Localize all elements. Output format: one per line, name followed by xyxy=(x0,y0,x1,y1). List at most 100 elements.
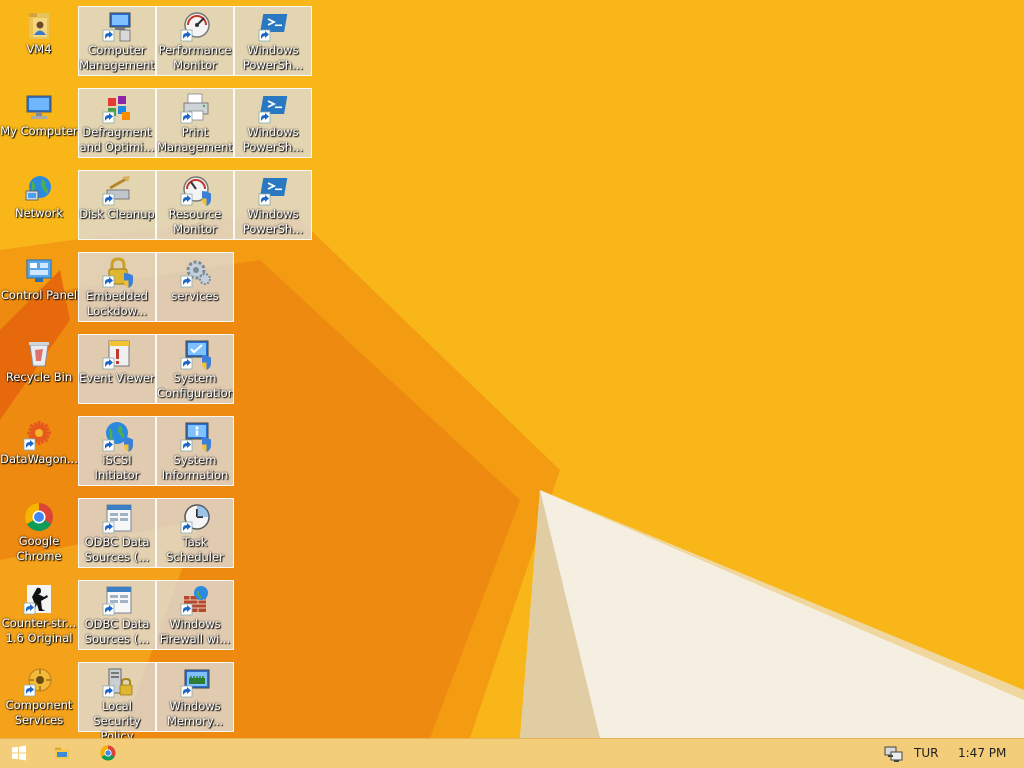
desktop-icon-embedded-lockdown[interactable]: Embedded Lockdow... xyxy=(78,252,156,322)
clock[interactable]: 1:47 PM xyxy=(958,746,1006,760)
desktop-icon-label: ODBC Data Sources (... xyxy=(84,617,150,646)
desktop[interactable]: VM4 My Computer Network Control Panel Recycl… xyxy=(0,0,1024,738)
desktop-icon-label: Print Management xyxy=(157,125,233,154)
powershell-icon xyxy=(258,174,290,206)
windows-logo-icon xyxy=(12,745,26,761)
services-gear-icon xyxy=(180,256,212,288)
powershell-icon xyxy=(258,92,290,124)
chrome-icon xyxy=(100,745,116,761)
powershell-icon xyxy=(258,10,290,42)
desktop-icon-windows-memory[interactable]: Windows Memory... xyxy=(156,662,234,732)
desktop-icon-system-configuration[interactable]: System Configuration xyxy=(156,334,234,404)
desktop-icon-label: iSCSI Initiator xyxy=(94,453,140,482)
folder-user-icon xyxy=(23,9,55,41)
language-indicator[interactable]: TUR xyxy=(914,746,938,760)
desktop-icon-label: Resource Monitor xyxy=(168,207,222,236)
chrome-icon xyxy=(23,501,55,533)
desktop-icon-label: Component Services xyxy=(5,698,73,727)
desktop-icon-label: Computer Management xyxy=(79,43,155,72)
component-services-shortcut-icon xyxy=(23,665,55,697)
memory-diagnostic-icon xyxy=(180,666,212,698)
desktop-icon-label: Disk Cleanup xyxy=(79,207,155,221)
network-tray-icon[interactable] xyxy=(884,745,904,763)
counter-strike-shortcut-icon xyxy=(23,583,55,615)
desktop-icon-services[interactable]: services xyxy=(156,252,234,322)
desktop-icon-label: DataWagon... xyxy=(0,452,78,466)
desktop-icon-counter-strike[interactable]: Counter-str... 1.6 Original xyxy=(0,580,78,650)
desktop-icon-label: ODBC Data Sources (... xyxy=(84,535,150,564)
desktop-icon-computer-management[interactable]: Computer Management xyxy=(78,6,156,76)
desktop-icon-label: Event Viewer xyxy=(79,371,155,385)
desktop-icon-odbc-data-sources-1[interactable]: ODBC Data Sources (... xyxy=(78,498,156,568)
desktop-icon-label: Google Chrome xyxy=(16,534,62,563)
computer-management-icon xyxy=(102,10,134,42)
network-globe-icon xyxy=(23,173,55,205)
taskbar: TUR 1:47 PM xyxy=(0,738,1024,768)
lock-shield-icon xyxy=(102,256,134,288)
desktop-icon-event-viewer[interactable]: Event Viewer xyxy=(78,334,156,404)
start-button[interactable] xyxy=(4,739,34,768)
desktop-icon-label: Windows PowerSh... xyxy=(242,207,304,236)
odbc-icon xyxy=(102,584,134,616)
desktop-icon-label: Windows Memory... xyxy=(166,699,224,728)
desktop-icon-label: Defragment and Optimi... xyxy=(79,125,155,154)
desktop-icon-label: Windows PowerSh... xyxy=(242,43,304,72)
desktop-icon-label: System Configuration xyxy=(157,371,233,400)
desktop-icon-vm4[interactable]: VM4 xyxy=(0,6,78,76)
local-security-policy-icon xyxy=(102,666,134,698)
desktop-icon-recycle-bin[interactable]: Recycle Bin xyxy=(0,334,78,404)
datawagon-shortcut-icon xyxy=(23,419,55,451)
desktop-icon-label: Control Panel xyxy=(0,288,78,302)
desktop-icon-label: Embedded Lockdow... xyxy=(86,289,148,318)
recycle-bin-icon xyxy=(23,337,55,369)
desktop-icon-print-management[interactable]: Print Management xyxy=(156,88,234,158)
desktop-icon-label: System Information xyxy=(161,453,229,482)
defragment-icon xyxy=(102,92,134,124)
desktop-icon-task-scheduler[interactable]: Task Scheduler xyxy=(156,498,234,568)
performance-monitor-icon xyxy=(180,10,212,42)
system-information-icon xyxy=(180,420,212,452)
desktop-icon-local-security-policy[interactable]: Local Security Policy xyxy=(78,662,156,738)
desktop-icon-datawagon[interactable]: DataWagon... xyxy=(0,416,78,486)
desktop-icon-my-computer[interactable]: My Computer xyxy=(0,88,78,158)
disk-cleanup-icon xyxy=(102,174,134,206)
desktop-icon-iscsi-initiator[interactable]: iSCSI Initiator xyxy=(78,416,156,486)
desktop-icon-label: Counter-str... 1.6 Original xyxy=(1,616,77,645)
control-panel-icon xyxy=(23,255,55,287)
desktop-icon-label: Windows PowerSh... xyxy=(242,125,304,154)
desktop-icon-control-panel[interactable]: Control Panel xyxy=(0,252,78,322)
desktop-icon-network[interactable]: Network xyxy=(0,170,78,240)
desktop-icon-component-services[interactable]: Component Services xyxy=(0,662,78,732)
desktop-icon-label: Local Security Policy xyxy=(93,699,141,738)
resource-monitor-icon xyxy=(180,174,212,206)
odbc-icon xyxy=(102,502,134,534)
desktop-icon-label: services xyxy=(171,289,219,303)
event-viewer-icon xyxy=(102,338,134,370)
desktop-icon-label: My Computer xyxy=(0,124,78,138)
task-scheduler-clock-icon xyxy=(180,502,212,534)
desktop-icon-performance-monitor[interactable]: Performance Monitor xyxy=(156,6,234,76)
iscsi-globe-icon xyxy=(102,420,134,452)
desktop-icon-windows-powershell-1[interactable]: Windows PowerSh... xyxy=(234,6,312,76)
desktop-icon-disk-cleanup[interactable]: Disk Cleanup xyxy=(78,170,156,240)
file-explorer-icon xyxy=(55,747,69,759)
desktop-icon-label: Task Scheduler xyxy=(166,535,224,564)
computer-icon xyxy=(23,91,55,123)
chrome-taskbar-button[interactable] xyxy=(93,739,123,768)
desktop-icon-windows-firewall[interactable]: Windows Firewall wi... xyxy=(156,580,234,650)
desktop-icon-resource-monitor[interactable]: Resource Monitor xyxy=(156,170,234,240)
desktop-icon-windows-powershell-3[interactable]: Windows PowerSh... xyxy=(234,170,312,240)
system-configuration-icon xyxy=(180,338,212,370)
desktop-icon-label: Recycle Bin xyxy=(5,370,73,384)
file-explorer-button[interactable] xyxy=(47,739,77,768)
desktop-icon-windows-powershell-2[interactable]: Windows PowerSh... xyxy=(234,88,312,158)
desktop-icon-label: Performance Monitor xyxy=(158,43,232,72)
desktop-icon-label: Windows Firewall wi... xyxy=(159,617,231,646)
desktop-icon-google-chrome[interactable]: Google Chrome xyxy=(0,498,78,568)
firewall-icon xyxy=(180,584,212,616)
print-management-icon xyxy=(180,92,212,124)
desktop-icon-defragment[interactable]: Defragment and Optimi... xyxy=(78,88,156,158)
desktop-icon-odbc-data-sources-2[interactable]: ODBC Data Sources (... xyxy=(78,580,156,650)
desktop-icon-label: Network xyxy=(14,206,64,220)
desktop-icon-system-information[interactable]: System Information xyxy=(156,416,234,486)
